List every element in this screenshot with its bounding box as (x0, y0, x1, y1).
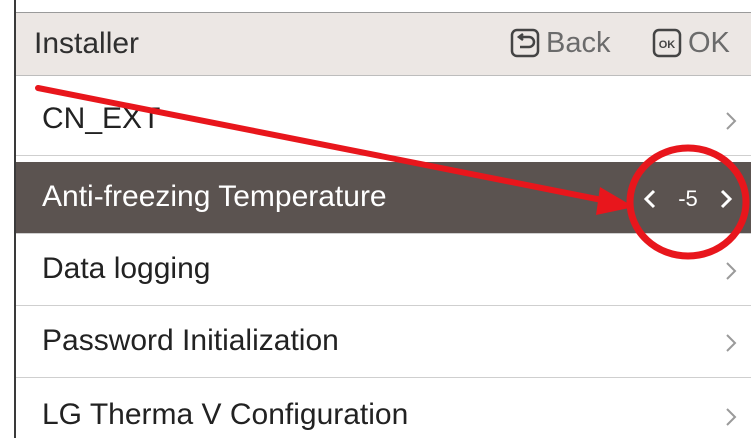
annotation-overlay (35, 85, 750, 260)
annotation-arrow-line (35, 85, 615, 205)
annotation-circle (626, 144, 750, 260)
